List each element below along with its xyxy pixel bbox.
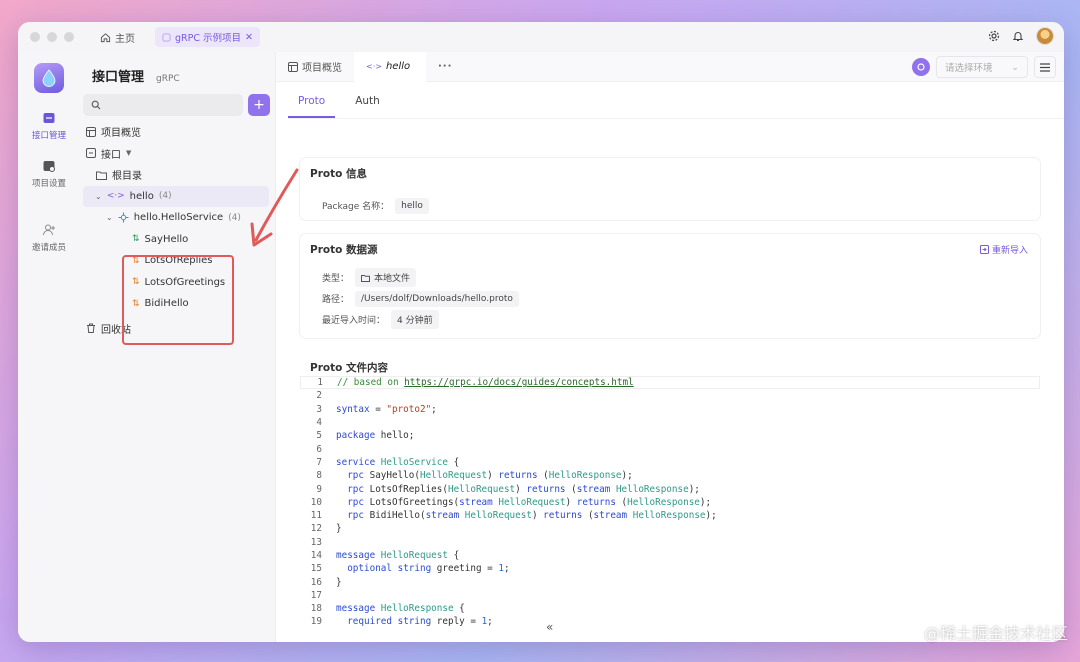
annotation-arrow-icon <box>250 168 299 247</box>
watermark: @稀土掘金技术社区 <box>923 624 1068 643</box>
